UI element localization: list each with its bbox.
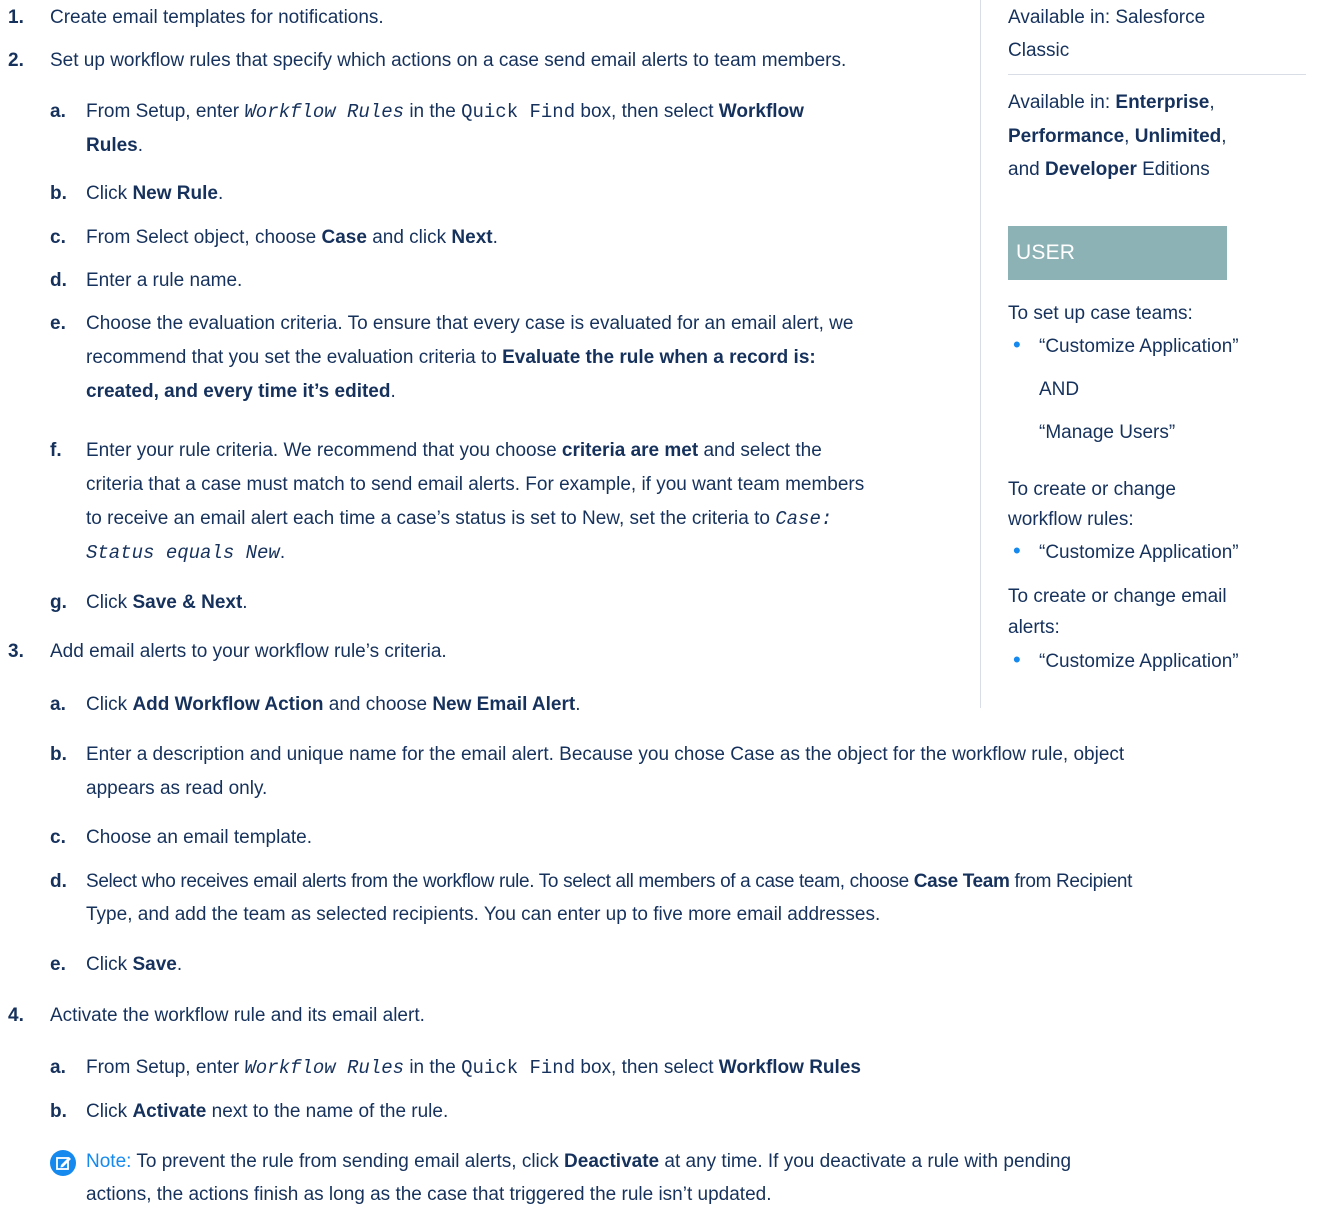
availability-classic-cont: Classic <box>1008 40 1070 61</box>
step-text: Activate the workflow rule and its email… <box>50 1005 425 1026</box>
permission-email-alerts-cont: alerts: <box>1008 617 1060 638</box>
substep-text: Click Save. <box>86 954 183 975</box>
substep-text-cont: Rules. <box>86 135 144 156</box>
step-number: 1. <box>8 7 24 28</box>
substep-letter: g. <box>50 592 67 613</box>
bullet: • <box>1013 332 1021 357</box>
substep-text: Enter a rule name. <box>86 270 243 291</box>
substep-text-cont: Status equals New. <box>86 542 286 564</box>
substep-letter: d. <box>50 270 67 291</box>
substep-text: From Setup, enter Workflow Rules in the … <box>86 101 804 123</box>
substep-letter: e. <box>50 313 66 334</box>
bullet: • <box>1013 538 1021 563</box>
availability-editions-cont: and Developer Editions <box>1008 159 1210 180</box>
substep-text-cont: appears as read only. <box>86 778 268 799</box>
permission-email-alerts: To create or change email <box>1008 586 1227 607</box>
substep-text-cont: criteria that a case must match to send … <box>86 474 865 495</box>
substep-letter: b. <box>50 744 67 765</box>
availability-editions: Available in: Enterprise, <box>1008 92 1215 113</box>
permission-item: “Customize Application” <box>1039 651 1239 672</box>
availability-editions-cont: Performance, Unlimited, <box>1008 126 1227 147</box>
permission-workflow-rules-cont: workflow rules: <box>1008 509 1134 530</box>
substep-text: Enter a description and unique name for … <box>86 744 1125 765</box>
substep-letter: f. <box>50 440 62 461</box>
substep-letter: a. <box>50 101 66 122</box>
permission-and: AND <box>1039 379 1080 400</box>
availability-classic: Available in: Salesforce <box>1008 7 1206 28</box>
substep-text-cont: recommend that you set the evaluation cr… <box>86 347 816 368</box>
substep-text: From Setup, enter Workflow Rules in the … <box>86 1057 861 1079</box>
substep-text: Click New Rule. <box>86 183 224 204</box>
substep-text: Click Activate next to the name of the r… <box>86 1101 449 1122</box>
step-number: 4. <box>8 1005 24 1026</box>
substep-letter: b. <box>50 1101 67 1122</box>
step-text: Add email alerts to your workflow rule’s… <box>50 641 447 662</box>
substep-text: Select who receives email alerts from th… <box>86 871 1133 892</box>
permission-item: “Manage Users” <box>1039 422 1176 443</box>
note-text-cont: actions, the actions finish as long as t… <box>86 1184 772 1205</box>
step-number: 3. <box>8 641 24 662</box>
note-text: Note: To prevent the rule from sending e… <box>86 1151 1072 1172</box>
permission-workflow-rules: To create or change <box>1008 479 1176 500</box>
substep-text: Enter your rule criteria. We recommend t… <box>86 440 822 461</box>
substep-letter: c. <box>50 827 66 848</box>
substep-text: From Select object, choose Case and clic… <box>86 227 498 248</box>
substep-text-cont: Type, and add the team as selected recip… <box>86 904 881 925</box>
substep-letter: d. <box>50 871 67 892</box>
permission-item: “Customize Application” <box>1039 542 1239 563</box>
substep-letter: a. <box>50 1057 66 1078</box>
substep-text: Click Add Workflow Action and choose New… <box>86 694 581 715</box>
bullet: • <box>1013 647 1021 672</box>
substep-letter: a. <box>50 694 66 715</box>
step-text: Set up workflow rules that specify which… <box>50 50 847 71</box>
permission-item: “Customize Application” <box>1039 336 1239 357</box>
step-text: Create email templates for notifications… <box>50 7 384 28</box>
substep-letter: c. <box>50 227 66 248</box>
user-permissions-heading: USER PERMISSIONS <box>1008 226 1227 318</box>
sidebar-panel: Available in: Salesforce Classic Availab… <box>980 0 1311 708</box>
permission-case-teams: To set up case teams: <box>1008 303 1193 324</box>
substep-letter: e. <box>50 954 66 975</box>
substep-text-cont: to receive an email alert each time a ca… <box>86 508 833 530</box>
substep-text-cont: created, and every time it’s edited. <box>86 381 396 402</box>
note-edit-icon <box>50 1150 76 1176</box>
substep-text: Click Save & Next. <box>86 592 248 613</box>
substep-text: Choose the evaluation criteria. To ensur… <box>86 313 854 334</box>
substep-letter: b. <box>50 183 67 204</box>
divider <box>1008 74 1306 75</box>
step-number: 2. <box>8 50 24 71</box>
substep-text: Choose an email template. <box>86 827 313 848</box>
